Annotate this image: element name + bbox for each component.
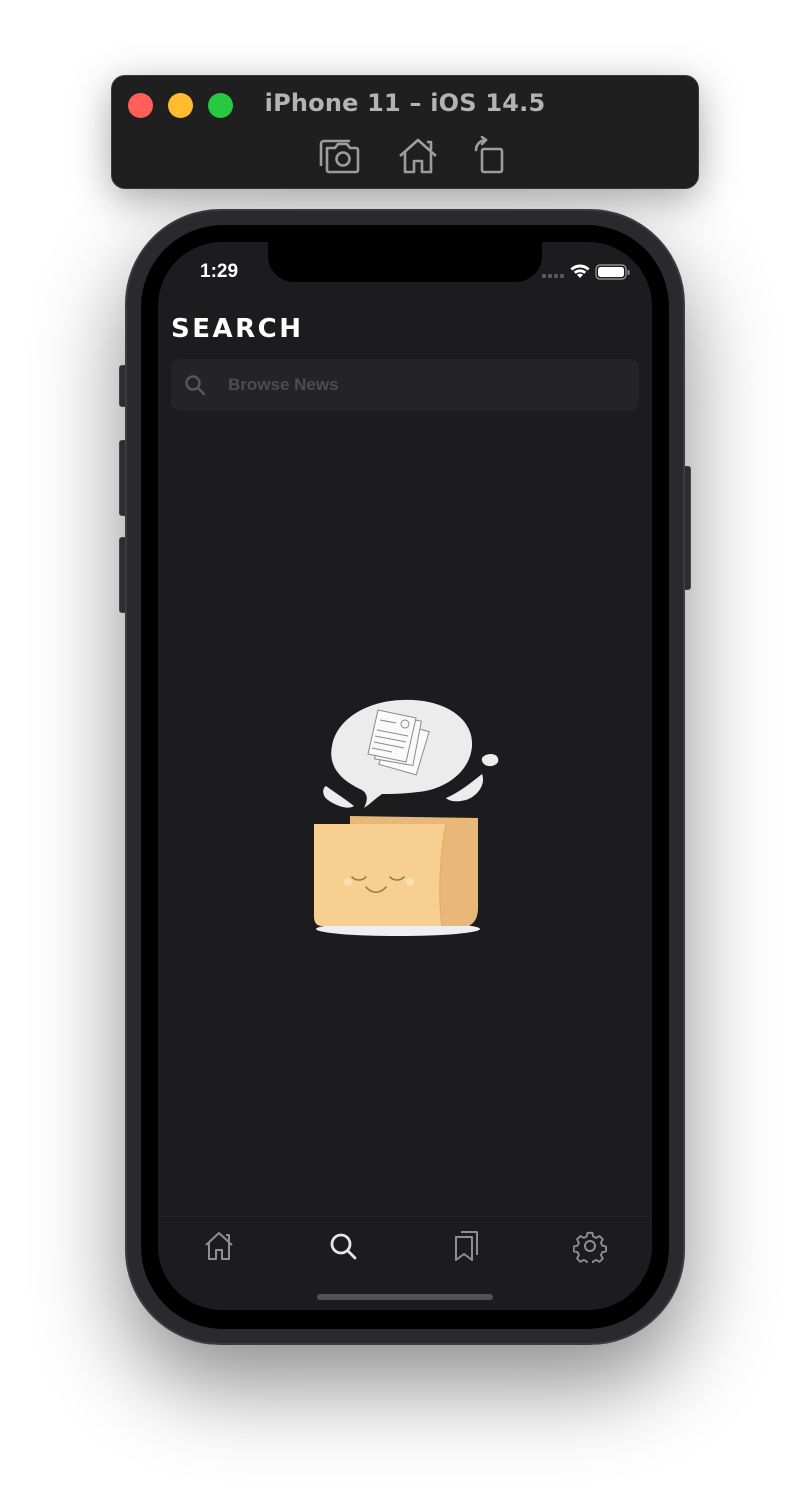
- page-title: SEARCH: [171, 314, 304, 344]
- battery-icon: [595, 264, 630, 280]
- folder-front: [314, 824, 446, 926]
- search-icon: [185, 375, 206, 396]
- tab-bar: [158, 1216, 652, 1310]
- search-icon: [330, 1233, 357, 1260]
- app-screen: 1:29 SEARCH: [158, 242, 652, 1310]
- rotate-icon[interactable]: [470, 135, 514, 176]
- splash-dot: [481, 754, 499, 767]
- simulator-tools: [112, 135, 698, 176]
- status-time: 1:29: [200, 261, 239, 282]
- splash-left: [323, 786, 354, 808]
- status-icons: [542, 263, 632, 281]
- search-bar[interactable]: [171, 359, 639, 411]
- wifi-icon: [570, 264, 590, 278]
- search-input[interactable]: [226, 359, 626, 411]
- tab-home[interactable]: [202, 1229, 236, 1263]
- settings-icon: [572, 1231, 608, 1267]
- simulator-toolbar: iPhone 11 – iOS 14.5: [111, 75, 699, 189]
- tab-search[interactable]: [326, 1229, 360, 1263]
- bookmarks-icon: [455, 1231, 478, 1261]
- cellular-icon: [542, 274, 564, 278]
- tab-settings[interactable]: [572, 1229, 608, 1267]
- home-icon[interactable]: [396, 136, 440, 176]
- home-icon: [205, 1232, 233, 1260]
- notch: [268, 242, 542, 282]
- simulator-title: iPhone 11 – iOS 14.5: [264, 89, 546, 117]
- screenshot-icon[interactable]: [318, 136, 362, 176]
- tab-bookmarks[interactable]: [449, 1229, 483, 1263]
- folder-with-news-illustration: [314, 699, 499, 936]
- home-indicator[interactable]: [317, 1294, 493, 1300]
